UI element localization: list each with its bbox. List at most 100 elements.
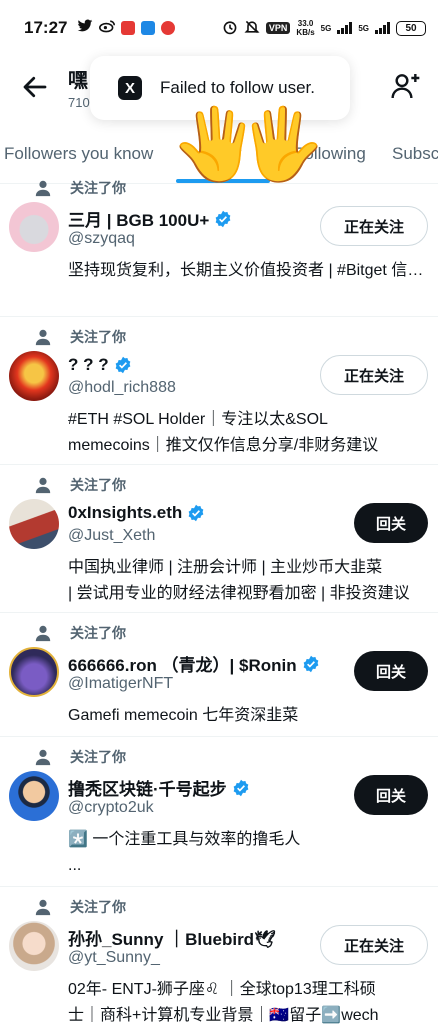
user-handle: @Just_Xeth xyxy=(68,527,156,544)
following-button[interactable]: 正在关注 xyxy=(320,925,428,965)
signal-label-2: 5G xyxy=(358,23,369,33)
user-handle: @szyqaq xyxy=(68,230,135,247)
user-name-text: 666666.ron （青龙）| $Ronin xyxy=(68,656,297,675)
user-bio: #ETH #SOL Holder｜专注以太&SOL memecoins｜推文仅作… xyxy=(68,407,428,459)
status-app-icons xyxy=(77,19,176,38)
avatar[interactable] xyxy=(9,499,59,549)
bio-line: 士｜商科+计算机专业背景｜🇦🇺留子➡️wech xyxy=(68,1007,379,1024)
follow-back-button[interactable]: 回关 xyxy=(354,651,428,691)
bio-line: *️⃣ 一个注重工具与效率的撸毛人 xyxy=(68,831,301,848)
list-item[interactable]: 关注了你 撸秃区块链·千号起步 @crypto2uk 回关 *️⃣ 一个注重工具… xyxy=(0,737,438,887)
user-handle: @yt_Sunny_ xyxy=(68,949,160,966)
follows-you-line: 关注了你 xyxy=(34,178,126,198)
user-handle: @hodl_rich888 xyxy=(68,379,176,396)
user-handle: @ImatigerNFT xyxy=(68,675,174,692)
user-bio: 中国执业律师 | 注册会计师 | 主业炒币大韭菜 | 尝试用专业的财经法律视野看… xyxy=(68,555,428,607)
arrow-left-icon xyxy=(23,76,47,98)
signal-label-1: 5G xyxy=(320,23,332,33)
avatar[interactable] xyxy=(9,351,59,401)
bio-line: memecoins｜推文仅作信息分享/非财务建议 xyxy=(68,437,379,454)
avatar[interactable] xyxy=(9,647,59,697)
verified-badge-icon xyxy=(233,779,249,796)
user-name-text: ? ? ? xyxy=(68,355,109,374)
follows-you-line: 关注了你 xyxy=(34,897,126,917)
signal-icon xyxy=(337,22,353,34)
status-bar: 17:27 VPN 33.0 KB/s 5G 5G 50 xyxy=(0,0,438,56)
list-item[interactable]: 关注了你 666666.ron （青龙）| $Ronin @ImatigerNF… xyxy=(0,613,438,737)
bio-line: ... xyxy=(68,857,82,874)
follows-you-label: 关注了你 xyxy=(70,477,126,493)
signal-icon-2 xyxy=(375,22,390,34)
verified-badge-icon xyxy=(215,210,231,227)
user-name[interactable]: 三月 | BGB 100U+ xyxy=(68,206,232,231)
follow-back-button[interactable]: 回关 xyxy=(354,503,428,543)
list-item[interactable]: 关注了你 孙孙_Sunny ｜Bluebird🕊 @yt_Sunny_ 正在关注… xyxy=(0,887,438,1024)
follows-you-label: 关注了你 xyxy=(70,899,126,915)
user-name[interactable]: 0xInsights.eth xyxy=(68,503,205,523)
follows-you-label: 关注了你 xyxy=(70,749,126,765)
verified-badge-icon xyxy=(303,655,319,672)
weibo-app-icon xyxy=(99,19,116,38)
list-item[interactable]: 关注了你 0xInsights.eth @Just_Xeth 回关 中国执业律师… xyxy=(0,465,438,613)
user-name[interactable]: 666666.ron （青龙）| $Ronin xyxy=(68,651,320,676)
follows-you-line: 关注了你 xyxy=(34,747,126,767)
news-app-icon xyxy=(161,21,176,35)
user-bio: *️⃣ 一个注重工具与效率的撸毛人 ... xyxy=(68,827,428,879)
user-name[interactable]: 孙孙_Sunny ｜Bluebird🕊 xyxy=(68,925,276,950)
avatar[interactable] xyxy=(9,771,59,821)
follow-back-button[interactable]: 回关 xyxy=(354,775,428,815)
user-name-text: 0xInsights.eth xyxy=(68,503,183,522)
network-speed-value: 33.0 xyxy=(297,19,314,28)
person-icon xyxy=(35,180,51,197)
status-time: 17:27 xyxy=(24,18,68,37)
waving-hand-right: 🖐 xyxy=(238,105,326,183)
person-icon xyxy=(35,899,51,916)
user-name[interactable]: 撸秃区块链·千号起步 xyxy=(68,775,250,800)
twitter-app-icon xyxy=(77,19,93,38)
follows-you-line: 关注了你 xyxy=(34,623,126,643)
user-bio: Gamefi memecoin 七年资深韭菜 xyxy=(68,703,428,729)
vpn-badge: VPN xyxy=(265,22,291,34)
verified-badge-icon xyxy=(188,504,204,522)
user-name[interactable]: ? ? ? xyxy=(68,355,132,375)
following-button[interactable]: 正在关注 xyxy=(320,206,428,246)
blue-app-icon xyxy=(141,21,156,35)
following-button[interactable]: 正在关注 xyxy=(320,355,428,395)
follows-you-line: 关注了你 xyxy=(34,475,126,495)
mute-bell-icon xyxy=(244,19,260,38)
list-item[interactable]: 关注了你 ? ? ? @hodl_rich888 正在关注 #ETH #SOL … xyxy=(0,317,438,465)
person-icon xyxy=(35,625,51,642)
bio-line: | 尝试用专业的财经法律视野看加密 | 非投资建议 xyxy=(68,585,410,602)
red-app-icon xyxy=(121,21,136,35)
list-item[interactable]: 关注了你 三月 | BGB 100U+ @szyqaq 正在关注 坚持现货复利，… xyxy=(0,180,438,317)
add-user-button[interactable] xyxy=(390,70,422,102)
followers-list: 关注了你 三月 | BGB 100U+ @szyqaq 正在关注 坚持现货复利，… xyxy=(0,180,438,1024)
tab-subscriptions[interactable]: Subsc xyxy=(392,144,438,164)
follows-you-label: 关注了你 xyxy=(70,180,126,196)
follows-you-label: 关注了你 xyxy=(70,329,126,345)
network-speed-unit: KB/s xyxy=(296,28,315,37)
profile-title: 嘿 710 xyxy=(68,64,90,110)
bio-line: 02年- ENTJ-狮子座♌ ｜全球top13理工科硕 xyxy=(68,981,376,998)
bio-line: 坚持现货复利，长期主义价值投资者 | #Bitget 信仰者 | Morph 华… xyxy=(68,262,428,279)
user-name-text: 三月 | BGB 100U+ xyxy=(68,211,210,230)
user-name-text: 孙孙_Sunny ｜Bluebird🕊 xyxy=(68,930,276,949)
person-icon xyxy=(35,329,51,346)
user-handle: @crypto2uk xyxy=(68,799,154,816)
x-logo-icon: X xyxy=(118,76,142,100)
bio-line: Gamefi memecoin 七年资深韭菜 xyxy=(68,707,299,724)
toast-message: Failed to follow user. xyxy=(160,78,315,97)
bio-line: 中国执业律师 | 注册会计师 | 主业炒币大韭菜 xyxy=(68,559,383,576)
avatar[interactable] xyxy=(9,202,59,252)
profile-subtitle: 710 xyxy=(68,95,90,110)
back-button[interactable] xyxy=(20,72,50,102)
add-user-icon xyxy=(391,74,420,99)
tab-followers-you-know[interactable]: Followers you know xyxy=(4,144,153,164)
avatar[interactable] xyxy=(9,921,59,971)
follows-you-label: 关注了你 xyxy=(70,625,126,641)
status-right: VPN 33.0 KB/s 5G 5G 50 xyxy=(222,19,426,38)
verified-badge-icon xyxy=(115,356,130,374)
profile-name: 嘿 xyxy=(68,70,88,92)
person-icon xyxy=(35,477,51,494)
follows-you-line: 关注了你 xyxy=(34,327,126,347)
